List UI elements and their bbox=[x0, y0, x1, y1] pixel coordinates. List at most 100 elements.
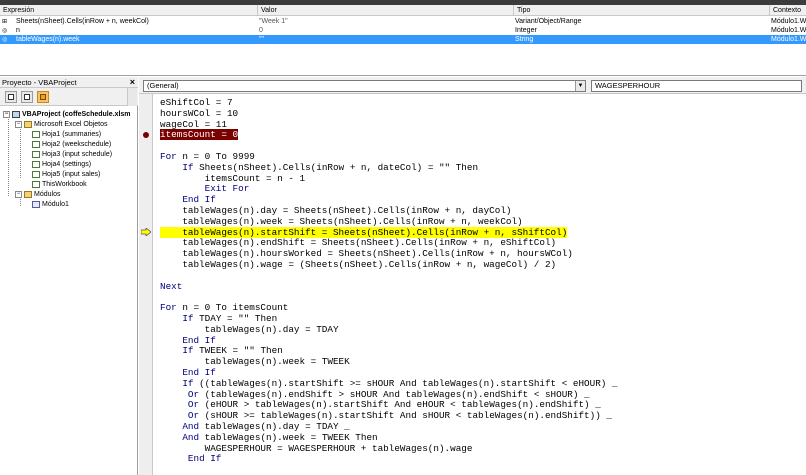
watch-row[interactable]: ◎ tableWages(n).week "" String Módulo1.W bbox=[0, 35, 806, 44]
code-line[interactable]: Or (eHOUR > tableWages(n).startShift And… bbox=[160, 399, 601, 410]
collapse-icon[interactable]: − bbox=[15, 120, 22, 128]
code-line[interactable]: tableWages(n).hoursWorked = Sheets(nShee… bbox=[160, 248, 573, 259]
view-code-button[interactable] bbox=[5, 91, 17, 103]
tree-node-sheet[interactable]: Hoja3 (input schedule) bbox=[32, 150, 112, 160]
tree-node-thisworkbook[interactable]: ThisWorkbook bbox=[32, 180, 87, 190]
collapse-icon[interactable]: − bbox=[3, 110, 10, 118]
code-line[interactable]: wageCol = 11 bbox=[160, 119, 227, 130]
code-line[interactable]: tableWages(n).startShift = Sheets(nSheet… bbox=[160, 226, 568, 238]
vba-project-icon bbox=[12, 110, 20, 118]
code-line[interactable]: For n = 0 To itemsCount bbox=[160, 302, 288, 313]
breakpoint-icon[interactable] bbox=[143, 131, 149, 138]
folder-icon bbox=[24, 190, 32, 198]
keyword: For bbox=[160, 302, 177, 314]
view-code-icon bbox=[8, 94, 14, 100]
project-explorer: Proyecto - VBAProject × − VBAProject (cof… bbox=[0, 77, 138, 475]
project-toolbar bbox=[0, 88, 138, 106]
object-dropdown[interactable]: (General) ▼ bbox=[143, 80, 586, 92]
close-icon[interactable]: × bbox=[130, 77, 135, 88]
tree-connector bbox=[8, 116, 9, 196]
worksheet-icon bbox=[32, 160, 40, 168]
margin-indicator-bar[interactable] bbox=[139, 94, 153, 475]
code-line[interactable]: eShiftCol = 7 bbox=[160, 97, 233, 108]
chevron-down-icon[interactable]: ▼ bbox=[575, 81, 585, 91]
watch-context: Módulo1.W bbox=[771, 36, 806, 43]
keyword: End If bbox=[182, 367, 216, 378]
worksheet-icon bbox=[32, 140, 40, 148]
tree-node-sheet[interactable]: Hoja1 (summaries) bbox=[32, 130, 101, 140]
project-titlebar[interactable]: Proyecto - VBAProject × bbox=[0, 77, 138, 88]
code-line[interactable]: tableWages(n).endShift = Sheets(nSheet).… bbox=[160, 237, 556, 248]
tree-node-excel-objects[interactable]: − Microsoft Excel Objetos bbox=[15, 120, 108, 130]
code-line[interactable]: tableWages(n).week = TWEEK bbox=[160, 356, 350, 367]
code-window: (General) ▼ WAGESPERHOUR eShiftCol = 7 ho… bbox=[139, 77, 806, 475]
object-dropdown-value: (General) bbox=[147, 81, 179, 90]
watch-expression[interactable]: tableWages(n).week bbox=[16, 35, 256, 44]
watch-expression[interactable]: Sheets(nSheet).Cells(inRow + n, weekCol) bbox=[16, 17, 256, 26]
watch-header: Expresión Valor Tipo Contexto bbox=[0, 5, 806, 16]
tree-node-sheet[interactable]: Hoja4 (settings) bbox=[32, 160, 91, 170]
workbook-icon bbox=[32, 180, 40, 188]
tree-node-sheet[interactable]: Hoja2 (weekschedule) bbox=[32, 140, 111, 150]
code-line[interactable]: tableWages(n).day = Sheets(nSheet).Cells… bbox=[160, 205, 511, 216]
view-object-button[interactable] bbox=[21, 91, 33, 103]
code-editor[interactable]: eShiftCol = 7 hoursWCol = 10 wageCol = 11 i… bbox=[154, 94, 806, 475]
code-line[interactable]: End If bbox=[160, 335, 215, 346]
worksheet-icon bbox=[32, 150, 40, 158]
column-header-expression[interactable]: Expresión bbox=[0, 5, 258, 16]
column-header-value[interactable]: Valor bbox=[258, 5, 514, 16]
code-line[interactable]: Or (sHOUR >= tableWages(n).startShift An… bbox=[160, 410, 612, 421]
code-line[interactable]: If TDAY = "" Then bbox=[160, 313, 277, 324]
code-line[interactable]: If ((tableWages(n).startShift >= sHOUR A… bbox=[160, 378, 617, 389]
watch-row[interactable]: ◎ n 0 Integer Módulo1.W bbox=[0, 26, 806, 35]
code-line[interactable]: itemsCount = n - 1 bbox=[160, 173, 305, 184]
execution-pointer-icon[interactable] bbox=[141, 228, 151, 237]
code-line[interactable]: tableWages(n).day = TDAY bbox=[160, 324, 339, 335]
tree-node-modules[interactable]: − Módulos bbox=[15, 190, 60, 200]
code-line[interactable]: End If bbox=[160, 367, 216, 378]
keyword: End If bbox=[182, 194, 216, 206]
watch-glasses-icon: ◎ bbox=[2, 36, 8, 43]
keyword: And bbox=[182, 431, 200, 443]
code-line[interactable]: For n = 0 To 9999 bbox=[160, 151, 255, 162]
tree-node-vbaproject[interactable]: − VBAProject (coffeSchedule.xlsm bbox=[3, 110, 131, 120]
watch-expand-icon: ⊞ bbox=[2, 18, 8, 25]
keyword: And bbox=[182, 421, 200, 432]
code-line[interactable]: itemsCount = 0 bbox=[160, 129, 239, 141]
toggle-folders-button[interactable] bbox=[37, 91, 49, 103]
tree-node-module[interactable]: Módulo1 bbox=[32, 200, 69, 210]
code-line[interactable]: If TWEEK = "" Then bbox=[160, 345, 282, 356]
column-header-type[interactable]: Tipo bbox=[514, 5, 770, 16]
tree-node-sheet[interactable]: Hoja5 (input sales) bbox=[32, 170, 100, 180]
code-line[interactable]: And tableWages(n).week = TWEEK Then bbox=[160, 431, 377, 443]
code-line[interactable]: Next bbox=[160, 281, 182, 292]
watch-type: String bbox=[515, 36, 534, 43]
code-line[interactable]: Or (tableWages(n).endShift > sHOUR And t… bbox=[160, 389, 590, 400]
procedure-dropdown[interactable]: WAGESPERHOUR bbox=[591, 80, 802, 92]
keyword: Exit For bbox=[204, 183, 250, 195]
folder-icon bbox=[40, 94, 46, 100]
watch-expression[interactable]: n bbox=[16, 26, 256, 35]
code-line[interactable]: tableWages(n).week = Sheets(nSheet).Cell… bbox=[160, 216, 522, 227]
code-line[interactable]: Exit For bbox=[160, 183, 250, 195]
watch-context: Módulo1.W bbox=[771, 18, 806, 25]
watch-context: Módulo1.W bbox=[771, 27, 806, 34]
column-header-context[interactable]: Contexto bbox=[770, 5, 806, 16]
code-line[interactable]: And tableWages(n).day = TDAY _ bbox=[160, 421, 349, 432]
code-line[interactable]: tableWages(n).wage = (Sheets(nSheet).Cel… bbox=[160, 259, 556, 270]
watch-window: Expresión Valor Tipo Contexto ⊞ Sheets(nS… bbox=[0, 0, 806, 76]
collapse-icon[interactable]: − bbox=[15, 190, 22, 198]
code-combos: (General) ▼ WAGESPERHOUR bbox=[139, 77, 806, 94]
code-line[interactable]: End If bbox=[160, 453, 221, 464]
code-line[interactable]: hoursWCol = 10 bbox=[160, 108, 238, 119]
worksheet-icon bbox=[32, 130, 40, 138]
keyword: Next bbox=[160, 280, 183, 292]
module-icon bbox=[32, 200, 40, 208]
code-line[interactable]: End If bbox=[160, 194, 216, 206]
keyword: Or bbox=[187, 388, 200, 400]
code-line[interactable]: WAGESPERHOUR = WAGESPERHOUR + tableWages… bbox=[160, 443, 473, 454]
project-toolbar-scrollbar[interactable] bbox=[127, 88, 137, 106]
tree-connector bbox=[20, 126, 21, 178]
watch-row[interactable]: ⊞ Sheets(nSheet).Cells(inRow + n, weekCol… bbox=[0, 17, 806, 26]
code-line[interactable]: If Sheets(nSheet).Cells(inRow + n, dateC… bbox=[160, 162, 478, 173]
